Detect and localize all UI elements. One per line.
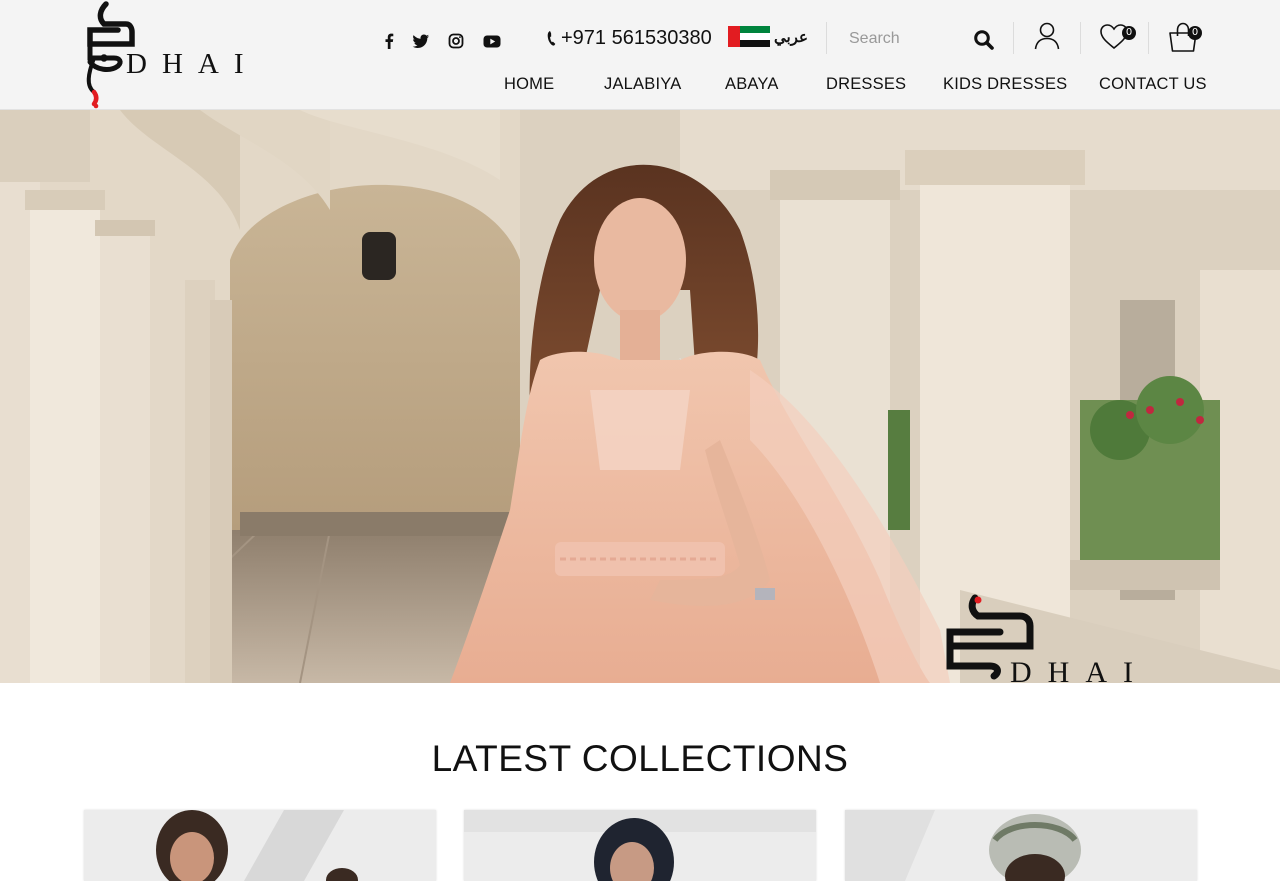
collection-image-1: [84, 810, 436, 881]
logo-text: DHAI: [126, 48, 259, 80]
search-box[interactable]: [838, 22, 1002, 56]
collection-image-3: [845, 810, 1197, 881]
phone-link[interactable]: +971 561530380: [545, 25, 712, 51]
twitter-icon[interactable]: [410, 30, 432, 52]
nav-item-abaya[interactable]: ABAYA: [725, 75, 779, 94]
search-input[interactable]: [838, 30, 958, 48]
hero-image: [0, 110, 1280, 683]
collection-card-2[interactable]: [464, 810, 816, 881]
language-switcher[interactable]: عربي: [728, 26, 808, 47]
latest-collections-title: LATEST COLLECTIONS: [431, 738, 849, 779]
uae-flag-icon: [728, 26, 770, 47]
account-icon[interactable]: [1030, 20, 1064, 54]
nav-item-home[interactable]: HOME: [504, 75, 554, 94]
phone-number: +971 561530380: [561, 26, 712, 49]
hero-watermark-text: DHAI: [1010, 656, 1149, 683]
divider: [826, 22, 827, 54]
divider: [1148, 22, 1149, 54]
language-label: عربي: [774, 28, 808, 46]
wishlist-count-badge: 0: [1122, 26, 1136, 40]
collection-card-1[interactable]: [84, 810, 436, 881]
divider: [1013, 22, 1014, 54]
phone-icon: [545, 28, 559, 48]
search-icon[interactable]: [972, 28, 996, 52]
wishlist-heart-icon[interactable]: 0: [1098, 20, 1136, 54]
nav-item-dresses[interactable]: DRESSES: [826, 75, 906, 94]
nav-item-contact-us[interactable]: CONTACT US: [1099, 75, 1207, 94]
youtube-icon[interactable]: [481, 30, 503, 52]
nav-item-jalabiya[interactable]: JALABIYA: [604, 75, 681, 94]
collection-card-3[interactable]: [845, 810, 1197, 881]
instagram-icon[interactable]: [445, 30, 467, 52]
hero-banner[interactable]: DHAI: [0, 110, 1280, 683]
nav-item-kids-dresses[interactable]: KIDS DRESSES: [943, 75, 1067, 94]
cart-bag-icon[interactable]: 0: [1166, 20, 1202, 54]
site-logo[interactable]: DHAI: [84, 0, 254, 110]
facebook-icon[interactable]: [378, 30, 400, 52]
collection-image-2: [464, 810, 816, 881]
cart-count-badge: 0: [1188, 26, 1202, 40]
divider: [1080, 22, 1081, 54]
site-header: DHAI +971 561530380 عربي Search 0 0 HOME…: [0, 0, 1280, 110]
